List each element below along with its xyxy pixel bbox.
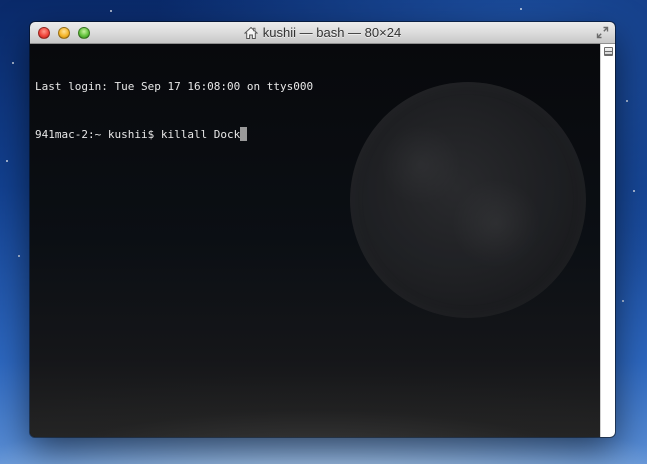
text-cursor	[240, 127, 248, 141]
terminal-output[interactable]: Last login: Tue Sep 17 16:08:00 on ttys0…	[35, 47, 313, 175]
window-title-text: kushii — bash — 80×24	[262, 25, 402, 40]
terminal-line-prompt[interactable]: 941mac-2:~ kushii$ killall Dock	[35, 127, 313, 143]
window-title: kushii — bash — 80×24	[30, 22, 615, 43]
star	[626, 100, 628, 102]
star	[18, 255, 20, 257]
moon-background	[350, 82, 586, 318]
title-bar[interactable]: kushii — bash — 80×24	[30, 22, 615, 44]
star	[633, 190, 635, 192]
star	[622, 300, 624, 302]
star	[12, 62, 14, 64]
split-pane-icon[interactable]	[604, 47, 613, 56]
prompt-command: 941mac-2:~ kushii$ killall Dock	[35, 128, 241, 141]
star	[110, 10, 112, 12]
star	[520, 8, 522, 10]
terminal-content[interactable]: Last login: Tue Sep 17 16:08:00 on ttys0…	[30, 44, 600, 437]
vertical-scrollbar[interactable]	[600, 44, 615, 437]
star	[6, 160, 8, 162]
terminal-line-login: Last login: Tue Sep 17 16:08:00 on ttys0…	[35, 80, 314, 93]
fullscreen-icon[interactable]	[596, 26, 609, 39]
terminal-window[interactable]: kushii — bash — 80×24 Last login: Tue Se…	[30, 22, 615, 437]
home-icon	[243, 26, 258, 39]
